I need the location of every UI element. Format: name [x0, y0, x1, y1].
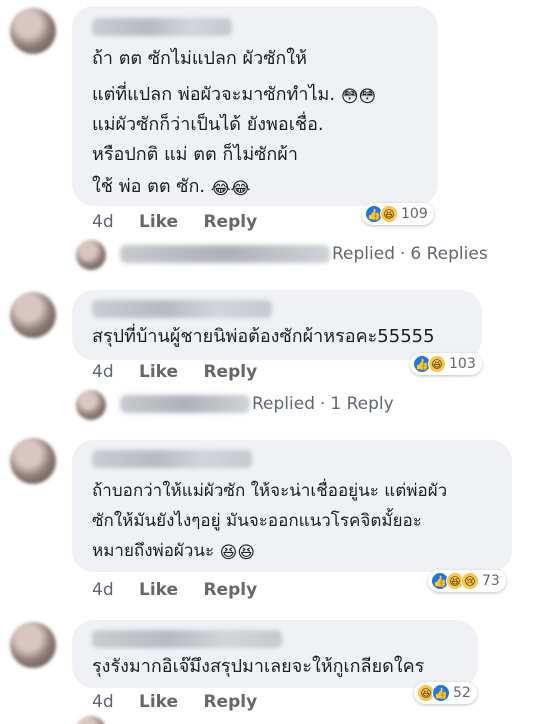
comment-text-line: ถ้าบอกว่าให้แม่ผัวซัก ให้จะน่าเชื่ออยู่น… — [92, 481, 448, 501]
replied-label: Replied — [252, 394, 315, 414]
comment-bubble: สรุปที่บ้านผู้ชายนิพ่อต้องซักผ้าหรอคะ555… — [72, 290, 482, 360]
comment-actions: 4d Like Reply — [92, 580, 277, 600]
reaction-summary[interactable]: 😆 👍 52 — [414, 682, 477, 704]
reply-count: 1 Reply — [330, 394, 394, 414]
replied-label: Replied — [332, 244, 395, 264]
comment-actions: 4d Like Reply — [92, 692, 277, 712]
comment-bubble: ถ้าบอกว่าให้แม่ผัวซัก ให้จะน่าเชื่ออยู่น… — [72, 440, 512, 572]
commenter-avatar[interactable] — [10, 438, 56, 484]
replier-avatar[interactable] — [76, 390, 106, 420]
grinning-squint-emoji-icon: 😆😆 — [219, 543, 256, 563]
commenter-avatar[interactable] — [10, 8, 56, 54]
like-icon: 👍 — [432, 684, 450, 702]
reaction-summary[interactable]: 👍 😆 109 — [362, 203, 434, 225]
view-replies-link[interactable]: Replied · 1 Reply — [110, 394, 394, 414]
comment-text-line: หรือปกติ แม่ ตต ก็ไม่ซักผ้า — [92, 144, 298, 165]
comment-actions: 4d Like Reply — [92, 212, 277, 232]
separator: · — [320, 394, 326, 414]
view-replies-link[interactable]: Replied · 6 Replies — [110, 244, 488, 264]
like-button[interactable]: Like — [139, 212, 178, 232]
comment-text-line: แม่ผัวซักก็ว่าเป็นได้ ยังพอเชื่อ. — [92, 114, 324, 135]
flushed-emoji-icon: 😳😳 — [340, 87, 377, 107]
reply-count: 6 Replies — [410, 244, 488, 264]
separator: · — [400, 244, 406, 264]
reaction-count: 103 — [449, 356, 476, 372]
reaction-count: 73 — [482, 573, 500, 589]
reply-button[interactable]: Reply — [203, 580, 257, 600]
comment-actions: 4d Like Reply — [92, 362, 277, 382]
like-button[interactable]: Like — [139, 580, 178, 600]
reaction-count: 109 — [401, 206, 428, 222]
commenter-avatar[interactable] — [10, 292, 56, 338]
replier-name — [120, 395, 250, 413]
comment-time[interactable]: 4d — [92, 692, 114, 712]
comment-text-line: แต่ที่แปลก พ่อผัวจะมาซักทำไม. — [92, 84, 336, 105]
tears-of-joy-emoji-icon: 😂😂 — [210, 179, 251, 199]
commenter-name[interactable] — [92, 18, 232, 36]
like-button[interactable]: Like — [139, 362, 178, 382]
replier-avatar[interactable] — [76, 716, 106, 724]
replier-avatar[interactable] — [76, 240, 106, 270]
like-button[interactable]: Like — [139, 692, 178, 712]
haha-icon: 😆 — [380, 205, 398, 223]
comment-text-line: สรุปที่บ้านผู้ชายนิพ่อต้องซักผ้าหรอคะ555… — [92, 326, 435, 347]
commenter-name[interactable] — [92, 300, 272, 318]
haha-icon: 😆 — [428, 355, 446, 373]
reaction-count: 52 — [453, 685, 471, 701]
reaction-summary[interactable]: 👍 😆 103 — [410, 353, 482, 375]
reply-button[interactable]: Reply — [203, 212, 257, 232]
comment-bubble: รุงรังมากอิเจ๊มึงสรุปมาเลยจะให้กูเกลียดใ… — [72, 620, 478, 688]
comment-text-line: หมายถึงพ่อผัวนะ — [92, 541, 215, 561]
comment-text-line: ใช้ พ่อ ตต ซัก. — [92, 176, 206, 197]
commenter-name[interactable] — [92, 450, 252, 468]
comment-text-line: ซักให้มันยังไงๆอยู่ มันจะออกแนวโรคจิตมั้… — [92, 511, 422, 531]
reply-button[interactable]: Reply — [203, 362, 257, 382]
comment-time[interactable]: 4d — [92, 212, 114, 232]
reaction-summary[interactable]: 👍 😆 😢 73 — [428, 570, 506, 592]
comment-time[interactable]: 4d — [92, 362, 114, 382]
comment-time[interactable]: 4d — [92, 580, 114, 600]
reply-button[interactable]: Reply — [203, 692, 257, 712]
commenter-avatar[interactable] — [10, 622, 56, 668]
sad-icon: 😢 — [461, 572, 479, 590]
comment-bubble: ถ้า ตต ซักไม่แปลก ผัวซักให้ แต่ที่แปลก พ… — [72, 6, 438, 206]
commenter-name[interactable] — [92, 630, 282, 648]
replier-name — [120, 245, 330, 263]
comment-text-line: รุงรังมากอิเจ๊มึงสรุปมาเลยจะให้กูเกลียดใ… — [92, 656, 425, 677]
comment-text-line: ถ้า ตต ซักไม่แปลก ผัวซักให้ — [92, 48, 307, 69]
